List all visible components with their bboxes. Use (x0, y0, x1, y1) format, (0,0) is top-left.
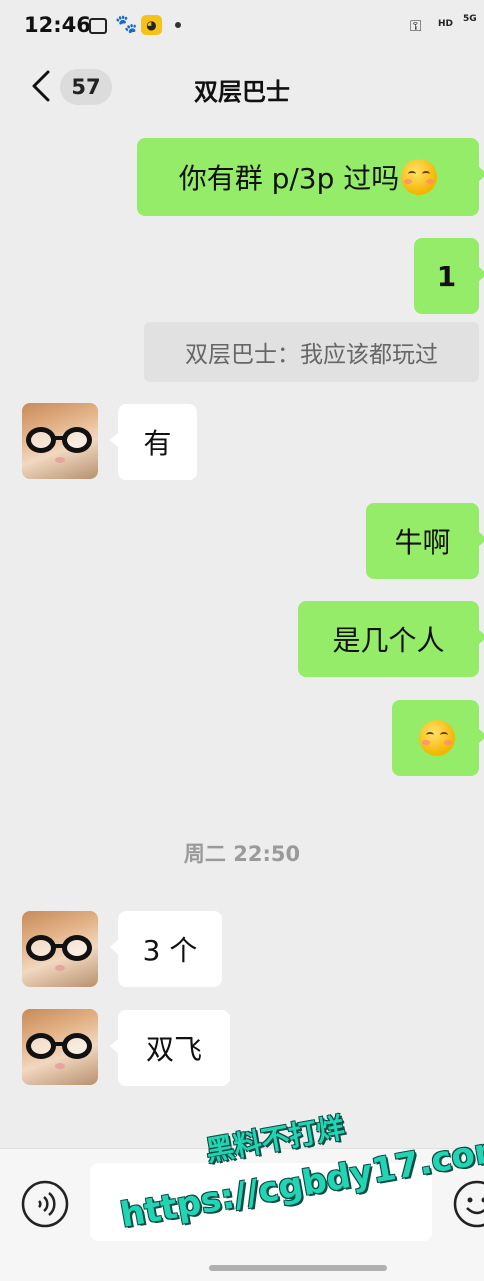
key-icon: ⚿ (410, 17, 421, 37)
more-notifications-dot (175, 22, 181, 28)
message-text: 双飞 (118, 1010, 230, 1086)
emoji-icon[interactable] (452, 1179, 484, 1229)
message-text: 3 个 (118, 911, 222, 987)
avatar[interactable] (22, 1009, 98, 1085)
message-bubble-outgoing[interactable]: 牛啊 (366, 503, 479, 579)
chat-header: 57 双层巴士 (0, 52, 484, 124)
message-bubble-outgoing[interactable]: 你有群 p/3p 过吗 (137, 138, 479, 216)
avatar[interactable] (22, 403, 98, 479)
hd-indicator: HD (438, 19, 453, 39)
message-text: 牛啊 (366, 503, 479, 579)
message-text: 有 (118, 404, 197, 480)
chat-title: 双层巴士 (0, 72, 484, 107)
avatar[interactable] (22, 911, 98, 987)
home-indicator[interactable] (209, 1265, 387, 1271)
message-bubble-outgoing[interactable]: 1 (414, 238, 479, 314)
network-indicator: 5G (463, 14, 477, 34)
shy-smile-emoji-icon (419, 720, 455, 756)
clock: 12:46 (24, 13, 91, 37)
message-text: 是几个人 (298, 601, 479, 677)
message-timestamp: 周二 22:50 (0, 838, 484, 868)
baidu-icon: 🐾 (115, 15, 135, 35)
shy-smile-emoji-icon (401, 159, 437, 195)
status-bar: 12:46 🐾 ◕ ⚿ HD 5G (0, 0, 484, 52)
message-text: 你有群 p/3p 过吗 (179, 157, 400, 197)
message-text: 1 (414, 238, 479, 314)
message-bubble-incoming[interactable]: 3 个 (118, 911, 222, 987)
message-bubble-incoming[interactable]: 双飞 (118, 1010, 230, 1086)
voice-icon[interactable] (20, 1179, 70, 1229)
message-bubble-outgoing[interactable] (392, 700, 479, 776)
quoted-reply[interactable]: 双层巴士：我应该都玩过 (144, 322, 479, 382)
image-icon (89, 18, 107, 34)
duck-app-icon: ◕ (141, 15, 162, 35)
message-bubble-incoming[interactable]: 有 (118, 404, 197, 480)
message-bubble-outgoing[interactable]: 是几个人 (298, 601, 479, 677)
